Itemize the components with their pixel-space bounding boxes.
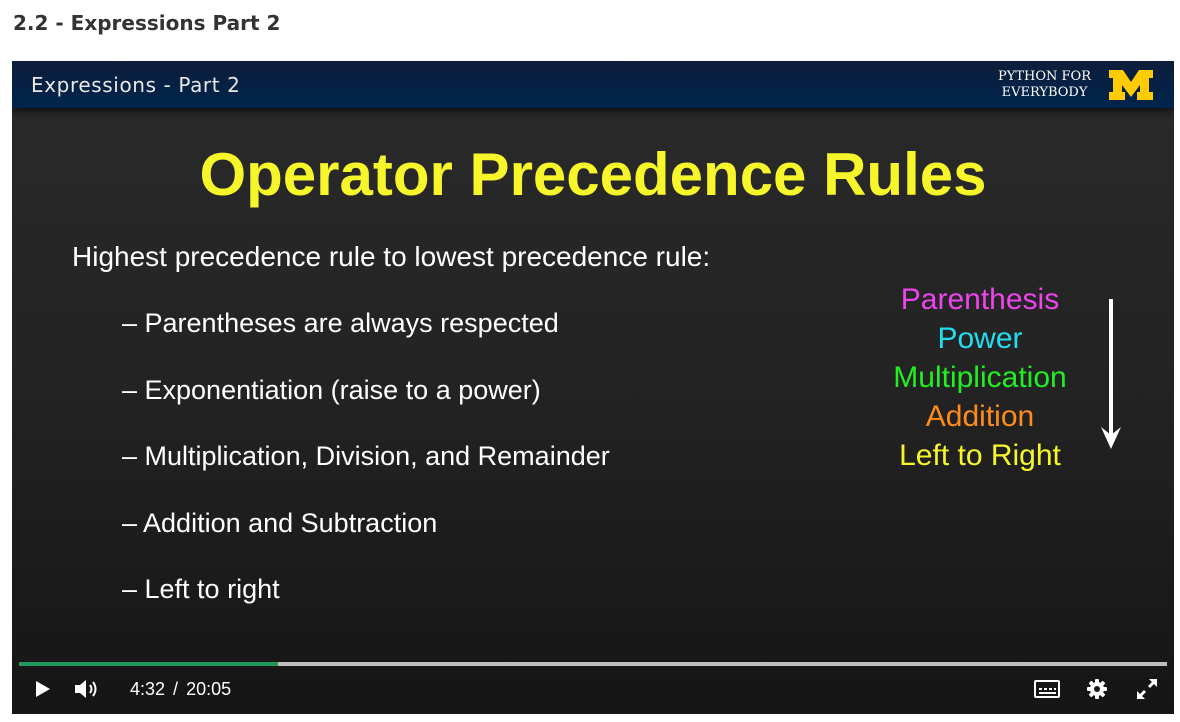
fullscreen-button[interactable] <box>1134 676 1160 702</box>
gear-icon <box>1087 679 1107 699</box>
rule-item: – Multiplication, Division, and Remainde… <box>122 441 610 471</box>
captions-button[interactable] <box>1032 676 1062 702</box>
legend-item: Addition <box>925 400 1035 433</box>
slide-title: Operator Precedence Rules <box>199 141 987 208</box>
rule-item: – Parentheses are always respected <box>122 308 559 338</box>
brand-line-1: PYTHON FOR <box>998 69 1091 84</box>
current-time: 4:32 <box>130 679 166 699</box>
captions-icon <box>1034 680 1060 698</box>
fullscreen-icon <box>1137 679 1157 699</box>
legend-item: Parenthesis <box>900 283 1060 316</box>
time-display: 4:32 / 20:05 <box>130 678 231 700</box>
slide-header-bar: Expressions - Part 2 PYTHON FOR EVERYBOD… <box>12 61 1174 108</box>
university-logo <box>1109 70 1153 100</box>
time-separator: / <box>173 679 179 699</box>
brand-line-2: EVERYBODY <box>1001 85 1088 100</box>
slide-subtitle: Highest precedence rule to lowest preced… <box>72 241 711 272</box>
legend-item: Power <box>937 322 1023 355</box>
progress-bar-fill <box>19 662 279 666</box>
settings-button[interactable] <box>1084 676 1110 702</box>
page-title: 2.2 - Expressions Part 2 <box>13 11 281 35</box>
slide-header-title: Expressions - Part 2 <box>31 73 241 97</box>
player-controls: 4:32 / 20:05 <box>12 662 1174 714</box>
brand-text: PYTHON FOR EVERYBODY <box>998 69 1091 101</box>
video-frame[interactable]: Expressions - Part 2 PYTHON FOR EVERYBOD… <box>12 61 1174 714</box>
play-button[interactable] <box>32 676 54 702</box>
video-player[interactable]: Expressions - Part 2 PYTHON FOR EVERYBOD… <box>12 61 1174 714</box>
precedence-legend: Parenthesis Power Multiplication Additio… <box>874 280 1086 475</box>
down-arrow-icon <box>1101 299 1121 449</box>
rule-item: – Exponentiation (raise to a power) <box>122 374 541 405</box>
volume-button[interactable] <box>72 676 102 702</box>
play-icon <box>36 681 50 697</box>
volume-icon <box>75 680 97 698</box>
legend-item: Left to Right <box>899 439 1061 472</box>
rule-item: – Left to right <box>122 574 280 604</box>
duration: 20:05 <box>186 679 232 699</box>
legend-item: Multiplication <box>893 361 1067 394</box>
progress-bar[interactable] <box>19 662 1167 666</box>
precedence-rules-list: – Parentheses are always respected – Exp… <box>122 305 610 638</box>
rule-item: – Addition and Subtraction <box>122 507 438 538</box>
